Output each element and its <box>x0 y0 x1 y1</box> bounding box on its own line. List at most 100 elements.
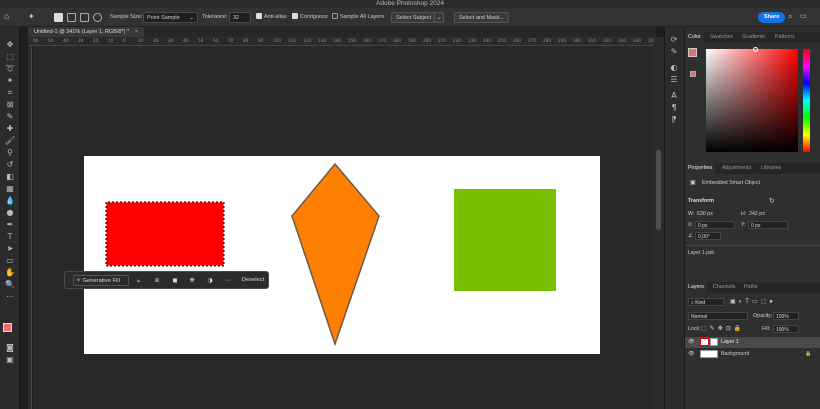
lock-icons[interactable]: ⬚✎✥⊡🔒 <box>701 325 744 332</box>
tab-paths[interactable]: Paths <box>741 282 761 293</box>
more-options-icon[interactable]: ⋯ <box>222 275 234 286</box>
reset-transform-icon[interactable]: ↻ <box>769 197 775 205</box>
fill-input[interactable]: 100% <box>773 325 799 333</box>
home-icon[interactable]: ⌂ <box>4 11 9 22</box>
red-rectangle[interactable] <box>106 202 224 266</box>
document-canvas[interactable] <box>84 156 600 354</box>
brush-tool-icon[interactable]: 🖌 <box>5 136 15 146</box>
history-icon[interactable]: ⟳ <box>669 35 679 45</box>
character-icon[interactable]: A <box>669 91 679 101</box>
select-subject-dropdown[interactable]: ⌄ <box>434 12 444 23</box>
chevron-down-icon: ⌄ <box>189 15 194 21</box>
document-tab[interactable]: Untitled-1 @ 341% (Layer 1, RGB/8*) * × <box>28 27 144 37</box>
eraser-tool-icon[interactable]: ◧ <box>5 172 15 182</box>
tab-patterns[interactable]: Patterns <box>772 32 798 43</box>
color-picker-handle[interactable] <box>753 47 758 52</box>
lock-icon[interactable]: 🔒 <box>805 351 811 357</box>
orange-kite-shape[interactable] <box>291 162 380 347</box>
search-icon[interactable]: ⌕ <box>788 11 792 22</box>
angle-input[interactable]: 0,00° <box>695 232 721 240</box>
layer-row-background[interactable]: 👁 Background 🔒 <box>685 349 820 360</box>
marquee-tool-icon[interactable]: ⬚ <box>5 52 15 62</box>
brush-settings-icon[interactable]: ✎ <box>669 47 679 57</box>
select-and-mask-button[interactable]: Select and Mask... <box>454 12 510 23</box>
tab-adjustments[interactable]: Adjustments <box>719 163 754 174</box>
layer-filter-select[interactable]: ⌕ Kind <box>688 298 724 306</box>
healing-brush-tool-icon[interactable]: ✚ <box>5 124 15 134</box>
quick-mask-icon[interactable]: ◙ <box>5 343 15 353</box>
path-selection-tool-icon[interactable]: ➤ <box>5 244 15 254</box>
tab-layers[interactable]: Layers <box>685 282 707 293</box>
close-icon[interactable]: × <box>135 29 138 35</box>
eyedropper-tool-icon[interactable]: ✎ <box>5 112 15 122</box>
y-input[interactable]: 0 px <box>748 221 788 229</box>
transform-selection-icon[interactable]: ✥ <box>186 275 198 286</box>
subtract-from-selection-icon[interactable] <box>80 13 89 22</box>
color-field[interactable] <box>706 49 798 152</box>
blur-tool-icon[interactable]: 💧 <box>5 196 15 206</box>
crop-tool-icon[interactable]: ⌗ <box>5 88 15 98</box>
anti-alias-checkbox[interactable]: Anti-alias <box>256 12 287 23</box>
green-square[interactable] <box>454 189 556 291</box>
foreground-color-swatch[interactable] <box>3 323 12 332</box>
tab-libraries[interactable]: Libraries <box>758 163 784 174</box>
ruler-tick-label: 50 <box>198 38 204 43</box>
tab-gradients[interactable]: Gradients <box>739 32 768 43</box>
modify-selection-icon[interactable]: ⟀ <box>133 275 145 286</box>
tolerance-input[interactable]: 32 <box>229 12 251 23</box>
blend-mode-select[interactable]: Normal <box>688 312 748 320</box>
opacity-input[interactable]: 100% <box>773 312 799 320</box>
magic-wand-tool-icon[interactable]: ✦ <box>5 76 15 86</box>
layer-row-layer-1[interactable]: 👁 Layer 1 <box>685 337 820 348</box>
more-tools-icon[interactable]: ⋯ <box>5 292 15 302</box>
tab-swatches[interactable]: Swatches <box>707 32 736 43</box>
color-foreground-swatch[interactable] <box>688 48 697 57</box>
create-mask-icon[interactable]: ◼ <box>169 275 181 286</box>
generative-fill-button[interactable]: ✧ Generative Fill <box>73 275 129 286</box>
tab-color[interactable]: Color <box>685 32 704 43</box>
hue-slider[interactable] <box>803 49 810 152</box>
sample-size-select[interactable]: Point Sample ⌄ <box>143 12 198 23</box>
dodge-tool-icon[interactable]: ● <box>5 208 15 218</box>
fill-selection-icon[interactable]: ◑ <box>204 275 216 286</box>
add-to-selection-icon[interactable] <box>67 13 76 22</box>
invert-selection-icon[interactable]: ⧈ <box>151 275 163 286</box>
hand-tool-icon[interactable]: ✋ <box>5 268 15 278</box>
adjustments-icon[interactable]: ◐ <box>669 63 679 73</box>
ruler-tick-label: 50 <box>48 38 54 43</box>
move-tool-icon[interactable]: ✥ <box>5 40 15 50</box>
new-selection-icon[interactable] <box>54 13 63 22</box>
select-subject-button[interactable]: Select Subject <box>391 12 437 23</box>
width-value[interactable]: 630 px <box>697 211 713 217</box>
rectangle-tool-icon[interactable]: ▭ <box>5 256 15 266</box>
tab-channels[interactable]: Channels <box>710 282 738 293</box>
frame-tool-icon[interactable]: ⊠ <box>5 100 15 110</box>
tab-properties[interactable]: Properties <box>685 163 716 174</box>
screen-mode-icon[interactable]: ▣ <box>5 355 15 365</box>
pen-tool-icon[interactable]: ✒ <box>5 220 15 230</box>
paragraph-icon[interactable]: ¶ <box>669 103 679 113</box>
zoom-tool-icon[interactable]: 🔍 <box>5 280 15 290</box>
ruler-tick-label: 340 <box>633 38 641 43</box>
drag-handle-icon[interactable]: ⋮ <box>67 275 73 286</box>
glyphs-icon[interactable]: ⁋ <box>669 115 679 125</box>
gradient-tool-icon[interactable]: ▦ <box>5 184 15 194</box>
deselect-button[interactable]: Deselect <box>238 275 268 286</box>
visibility-eye-icon[interactable]: 👁 <box>688 351 695 357</box>
type-tool-icon[interactable]: T <box>5 232 15 242</box>
lasso-tool-icon[interactable]: ➰ <box>5 64 15 74</box>
share-button[interactable]: Share <box>758 12 786 23</box>
scrollbar-thumb[interactable] <box>656 150 661 230</box>
magic-wand-tool-icon[interactable]: ✦ <box>28 11 35 22</box>
x-input[interactable]: 0 px <box>695 221 735 229</box>
visibility-eye-icon[interactable]: 👁 <box>688 339 695 345</box>
info-icon[interactable]: ☰ <box>669 75 679 85</box>
history-brush-tool-icon[interactable]: ↺ <box>5 160 15 170</box>
workspace-icon[interactable]: ▭ <box>800 11 807 22</box>
contiguous-checkbox[interactable]: Contiguous <box>292 12 328 23</box>
height-value[interactable]: 242 px <box>749 211 765 217</box>
sample-all-layers-checkbox[interactable]: Sample All Layers <box>332 12 384 23</box>
intersect-selection-icon[interactable] <box>93 13 102 22</box>
layer-filter-icons[interactable]: ▣◐T▭⬚● <box>730 298 776 305</box>
clone-stamp-tool-icon[interactable]: ⚲ <box>5 148 15 158</box>
